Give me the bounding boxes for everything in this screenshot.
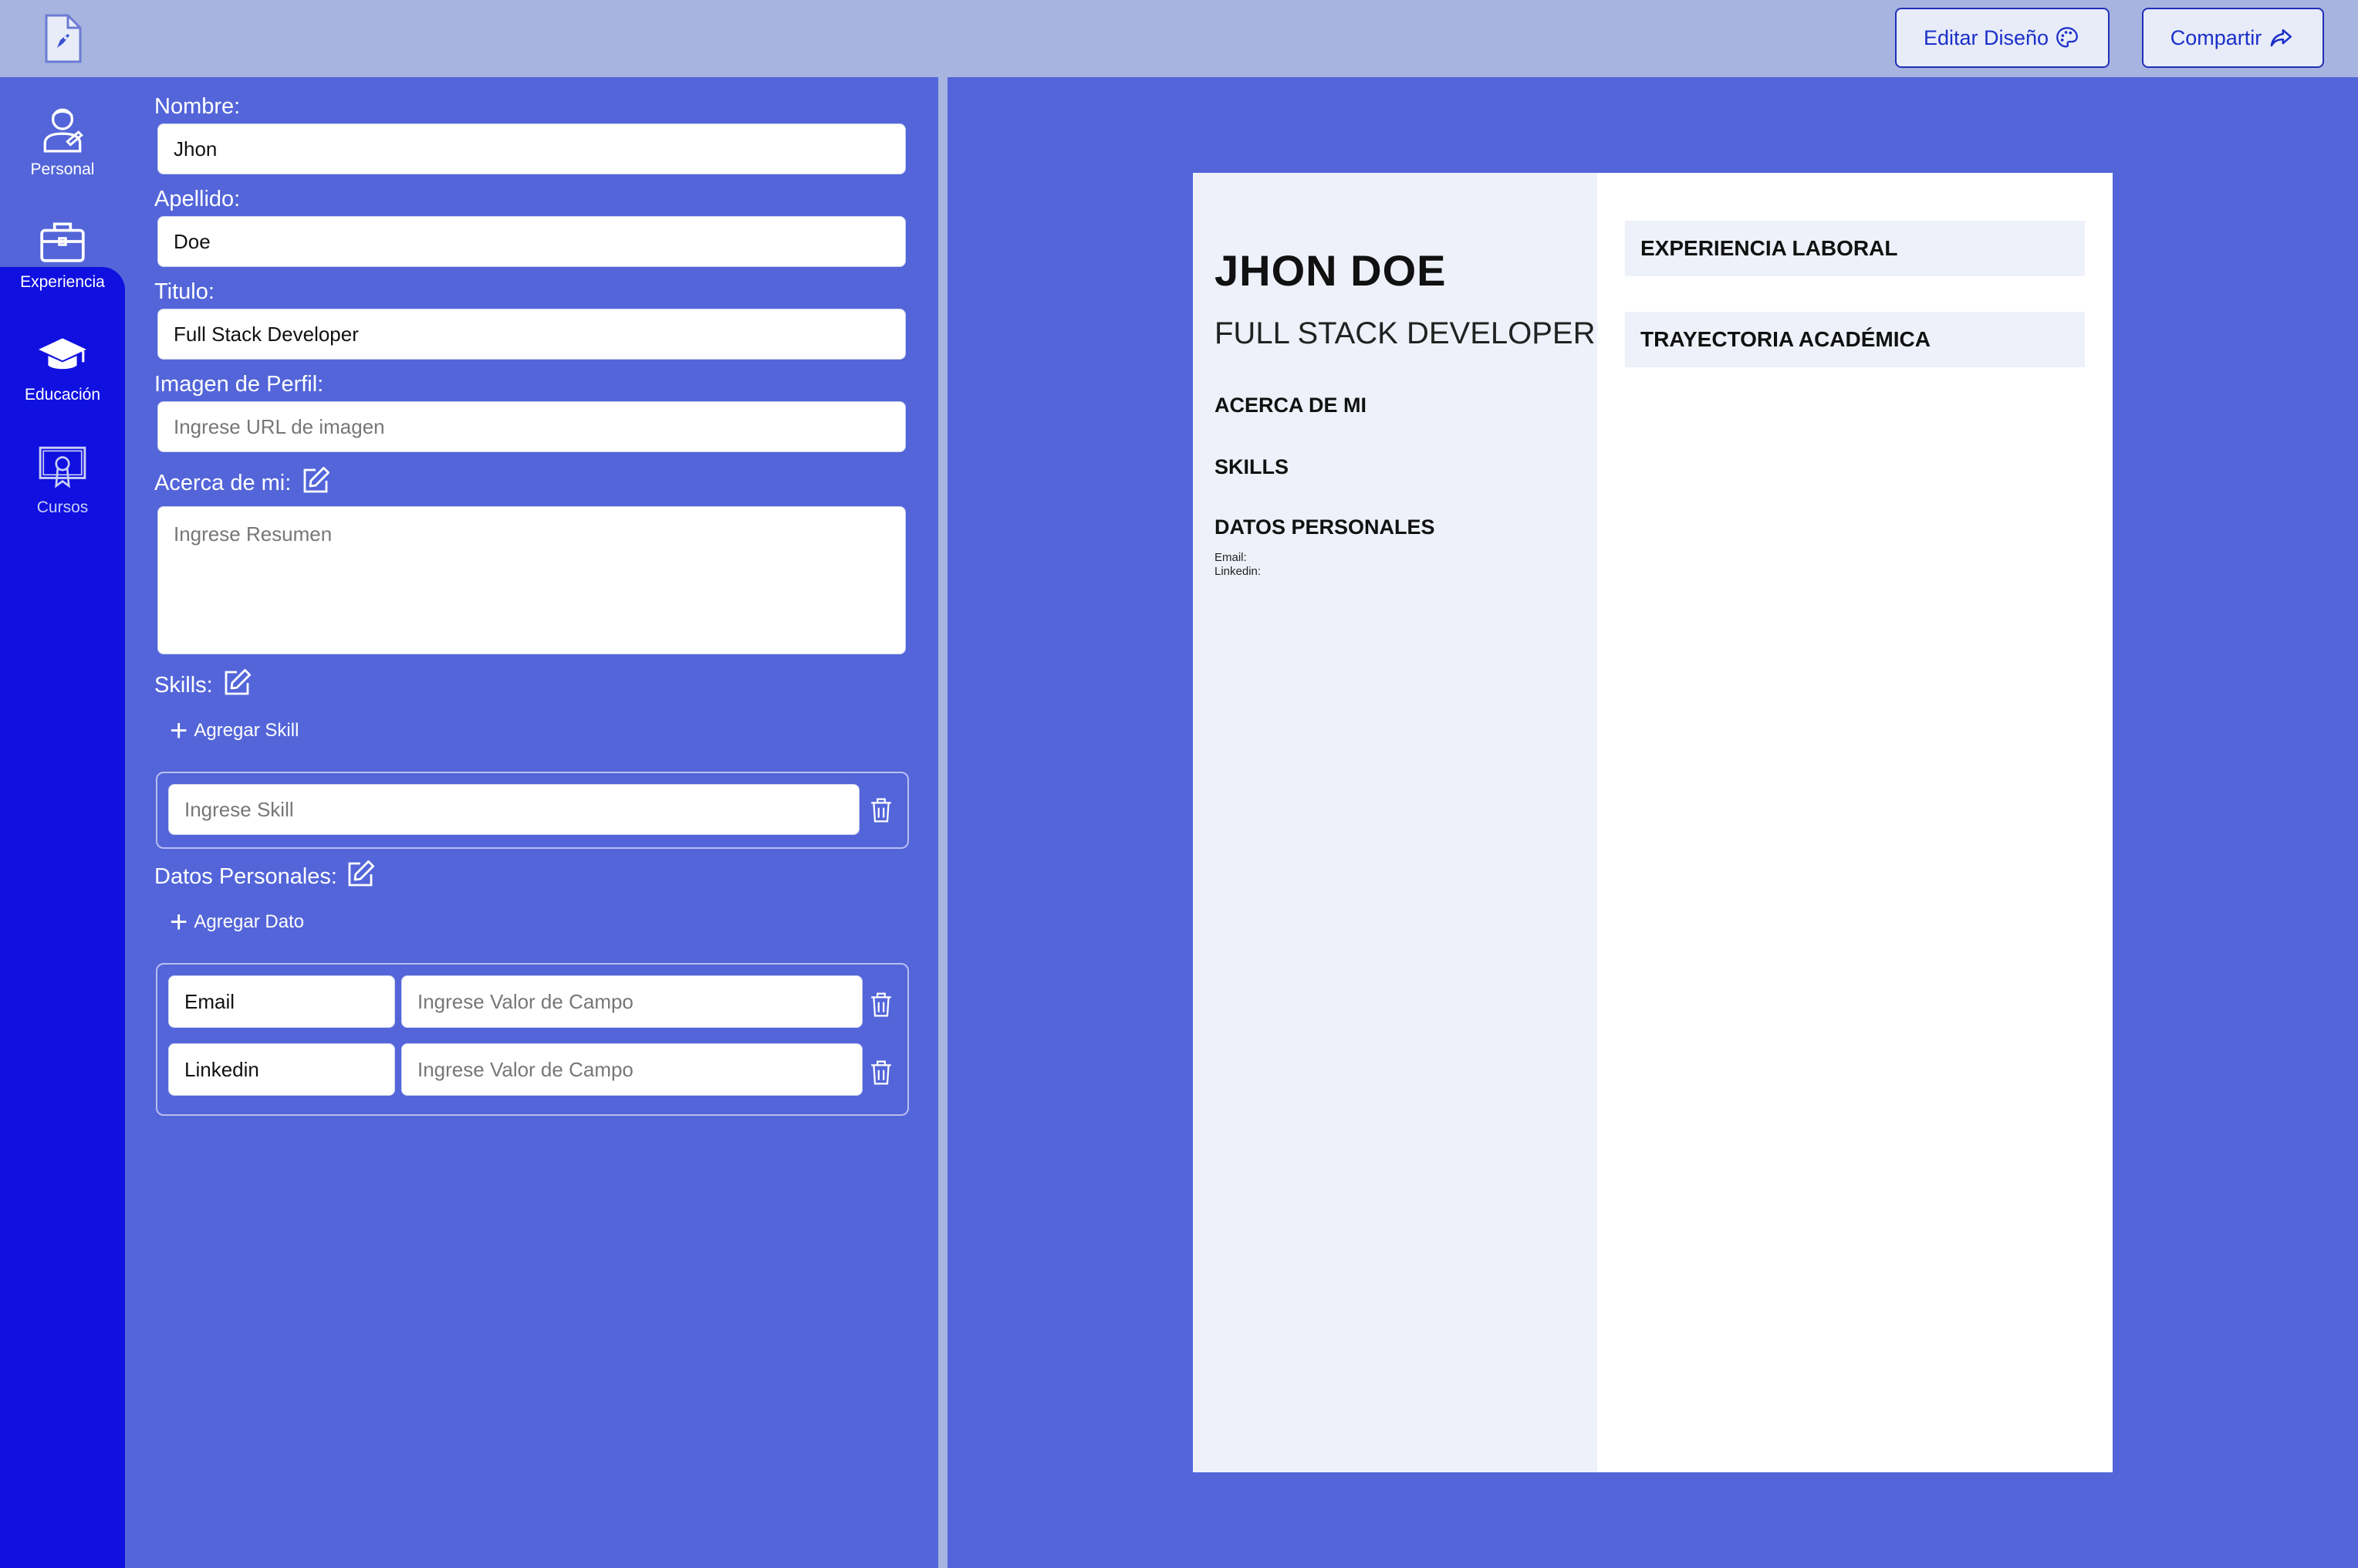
acerca-textarea[interactable]	[157, 506, 906, 654]
add-dato-button[interactable]: + Agregar Dato	[170, 905, 305, 939]
cv-dato-email: Email:	[1214, 551, 1247, 564]
plus-icon: +	[170, 714, 188, 748]
trash-icon[interactable]	[869, 991, 894, 1019]
panel-divider[interactable]	[938, 77, 948, 1568]
add-dato-label: Agregar Dato	[194, 911, 305, 932]
skills-group	[156, 772, 909, 849]
cv-skills-heading: SKILLS	[1214, 455, 1289, 478]
share-arrow-icon	[2270, 29, 2292, 47]
edit-icon[interactable]	[299, 465, 332, 497]
datos-group	[156, 963, 909, 1116]
cv-preview: JHON DOE FULL STACK DEVELOPER ACERCA DE …	[1193, 173, 2113, 1472]
share-label: Compartir	[2170, 25, 2262, 49]
sidebar-item-educacion[interactable]: Educación	[0, 310, 125, 423]
edit-design-label: Editar Diseño	[1923, 25, 2049, 49]
cv-trayectoria-heading: TRAYECTORIA ACADÉMICA	[1625, 312, 2085, 367]
cv-left-column: JHON DOE FULL STACK DEVELOPER ACERCA DE …	[1193, 173, 1597, 1472]
briefcase-icon	[40, 222, 85, 262]
dato-field-input[interactable]	[168, 1043, 395, 1096]
nombre-input[interactable]	[157, 123, 906, 174]
sidebar: Personal Experiencia Educación Cursos	[0, 77, 125, 1568]
titulo-label: Titulo:	[154, 279, 215, 304]
share-button[interactable]: Compartir	[2142, 8, 2324, 68]
datos-label: Datos Personales:	[154, 864, 337, 889]
sidebar-item-label: Personal	[30, 161, 95, 178]
palette-icon	[2056, 27, 2078, 48]
dato-value-input[interactable]	[401, 975, 863, 1028]
dato-value-input[interactable]	[401, 1043, 863, 1096]
imagen-label: Imagen de Perfil:	[154, 372, 324, 397]
sidebar-item-personal[interactable]: Personal	[0, 85, 125, 198]
imagen-url-input[interactable]	[157, 401, 906, 452]
sidebar-item-experiencia[interactable]: Experiencia	[0, 198, 125, 310]
trash-icon[interactable]	[869, 796, 894, 824]
person-icon	[43, 108, 83, 153]
skill-input[interactable]	[168, 784, 860, 835]
dato-field-input[interactable]	[168, 975, 395, 1028]
edit-icon[interactable]	[221, 667, 253, 699]
rocket-document-icon[interactable]	[40, 14, 86, 63]
cv-acerca-heading: ACERCA DE MI	[1214, 394, 1367, 417]
sidebar-item-cursos[interactable]: Cursos	[0, 423, 125, 536]
edit-design-button[interactable]: Editar Diseño	[1895, 8, 2110, 68]
cv-name: JHON DOE	[1214, 246, 1447, 295]
edit-icon[interactable]	[344, 858, 377, 890]
add-skill-label: Agregar Skill	[194, 720, 299, 741]
certificate-icon	[39, 446, 86, 488]
acerca-label: Acerca de mi:	[154, 471, 292, 495]
cv-experiencia-heading: EXPERIENCIA LABORAL	[1625, 221, 2085, 276]
top-bar: Editar Diseño Compartir	[0, 0, 2358, 77]
cv-datos-heading: DATOS PERSONALES	[1214, 515, 1435, 539]
plus-icon: +	[170, 905, 188, 939]
apellido-input[interactable]	[157, 216, 906, 267]
trash-icon[interactable]	[869, 1059, 894, 1086]
add-skill-button[interactable]: + Agregar Skill	[170, 714, 299, 748]
skills-label: Skills:	[154, 673, 213, 698]
titulo-input[interactable]	[157, 309, 906, 360]
sidebar-item-label: Experiencia	[20, 273, 105, 291]
apellido-label: Apellido:	[154, 187, 241, 211]
sidebar-item-label: Cursos	[36, 498, 89, 516]
nombre-label: Nombre:	[154, 94, 241, 119]
graduation-cap-icon	[39, 338, 86, 370]
cv-dato-linkedin: Linkedin:	[1214, 565, 1262, 578]
sidebar-item-label: Educación	[24, 386, 101, 404]
cv-title: FULL STACK DEVELOPER	[1214, 316, 1596, 350]
